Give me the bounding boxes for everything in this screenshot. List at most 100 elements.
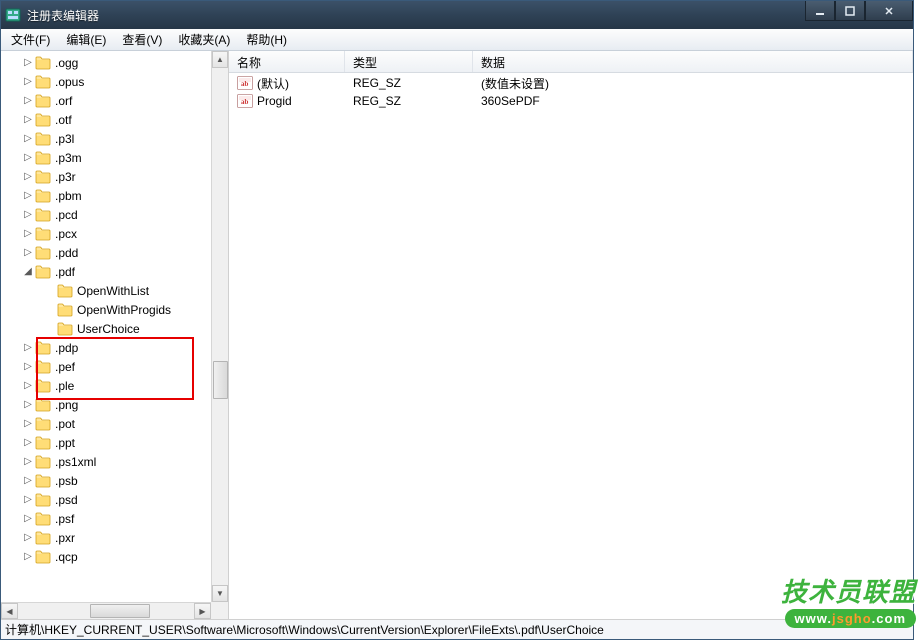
menu-favorites[interactable]: 收藏夹(A) bbox=[170, 28, 238, 51]
expand-icon[interactable]: ▷ bbox=[21, 550, 35, 564]
folder-icon bbox=[35, 208, 51, 222]
tree-item-label: .pdp bbox=[55, 341, 78, 355]
expand-icon[interactable]: ▷ bbox=[21, 379, 35, 393]
tree-item[interactable]: ▷.ppt bbox=[1, 433, 228, 452]
tree-item[interactable]: ▷ .psf bbox=[1, 509, 228, 528]
tree-item[interactable]: OpenWithList bbox=[1, 281, 228, 300]
folder-icon bbox=[35, 227, 51, 241]
tree-item[interactable]: ▷ .pdp bbox=[1, 338, 228, 357]
tree-item[interactable]: ▷.opus bbox=[1, 72, 228, 91]
tree-item[interactable]: ▷.pxr bbox=[1, 528, 228, 547]
folder-icon bbox=[35, 398, 51, 412]
expand-icon[interactable]: ▷ bbox=[21, 189, 35, 203]
tree-item[interactable]: ▷.pbm bbox=[1, 186, 228, 205]
scroll-thumb[interactable] bbox=[213, 361, 228, 399]
expand-icon[interactable]: ▷ bbox=[21, 493, 35, 507]
menu-help[interactable]: 帮助(H) bbox=[238, 28, 295, 51]
tree-item[interactable]: ▷.pdd bbox=[1, 243, 228, 262]
tree-item-label: .psd bbox=[55, 493, 78, 507]
tree-item-label: .p3l bbox=[55, 132, 74, 146]
string-value-icon bbox=[237, 94, 253, 108]
folder-icon bbox=[57, 322, 73, 336]
tree-item[interactable]: ▷.otf bbox=[1, 110, 228, 129]
tree-item[interactable]: ▷ .psd bbox=[1, 490, 228, 509]
folder-icon bbox=[57, 284, 73, 298]
tree-item[interactable]: ▷ .pcx bbox=[1, 224, 228, 243]
folder-icon bbox=[35, 75, 51, 89]
tree-item-label: .ogg bbox=[55, 56, 78, 70]
expand-icon[interactable]: ▷ bbox=[21, 132, 35, 146]
expand-icon[interactable]: ▷ bbox=[21, 341, 35, 355]
tree-item[interactable]: OpenWithProgids bbox=[1, 300, 228, 319]
tree-item[interactable]: ▷.p3r bbox=[1, 167, 228, 186]
tree-item[interactable]: ▷.psb bbox=[1, 471, 228, 490]
expand-icon[interactable]: ▷ bbox=[21, 531, 35, 545]
expand-icon[interactable]: ▷ bbox=[21, 208, 35, 222]
col-data[interactable]: 数据 bbox=[473, 51, 913, 72]
tree-item-label: .pcx bbox=[55, 227, 77, 241]
tree-item[interactable]: ▷.orf bbox=[1, 91, 228, 110]
expand-icon[interactable]: ▷ bbox=[21, 227, 35, 241]
tree-item-label: .pef bbox=[55, 360, 75, 374]
expand-icon[interactable]: ▷ bbox=[21, 75, 35, 89]
list-row[interactable]: ProgidREG_SZ360SePDF bbox=[229, 92, 913, 110]
expand-icon[interactable]: ▷ bbox=[21, 417, 35, 431]
tree-item[interactable]: ▷ .p3l bbox=[1, 129, 228, 148]
folder-icon bbox=[35, 132, 51, 146]
tree-item[interactable]: ◢.pdf bbox=[1, 262, 228, 281]
expand-icon[interactable]: ▷ bbox=[21, 94, 35, 108]
scroll-right-icon[interactable]: ▶ bbox=[194, 603, 211, 619]
menu-edit[interactable]: 编辑(E) bbox=[58, 28, 114, 51]
app-icon bbox=[5, 7, 21, 23]
minimize-button[interactable] bbox=[805, 1, 835, 21]
expand-icon[interactable]: ▷ bbox=[21, 151, 35, 165]
tree-item[interactable]: ▷ .qcp bbox=[1, 547, 228, 566]
col-type[interactable]: 类型 bbox=[345, 51, 473, 72]
scroll-left-icon[interactable]: ◀ bbox=[1, 603, 18, 619]
tree-item-label: UserChoice bbox=[77, 322, 140, 336]
menubar: 文件(F) 编辑(E) 查看(V) 收藏夹(A) 帮助(H) bbox=[1, 29, 913, 51]
tree-item[interactable]: ▷.png bbox=[1, 395, 228, 414]
expand-icon[interactable]: ▷ bbox=[21, 474, 35, 488]
tree-item[interactable]: ▷ .ogg bbox=[1, 53, 228, 72]
tree-horizontal-scrollbar[interactable]: ◀ ▶ bbox=[1, 602, 211, 619]
folder-icon bbox=[35, 151, 51, 165]
scroll-down-icon[interactable]: ▼ bbox=[212, 585, 228, 602]
expand-icon[interactable]: ▷ bbox=[21, 113, 35, 127]
tree-item-label: .ps1xml bbox=[55, 455, 96, 469]
list-row[interactable]: (默认)REG_SZ(数值未设置) bbox=[229, 74, 913, 92]
expand-icon[interactable]: ▷ bbox=[21, 398, 35, 412]
expand-icon[interactable]: ▷ bbox=[21, 360, 35, 374]
tree-item[interactable]: ▷.pcd bbox=[1, 205, 228, 224]
expand-icon[interactable]: ▷ bbox=[21, 56, 35, 70]
close-button[interactable] bbox=[865, 1, 913, 21]
tree-item-label: .p3m bbox=[55, 151, 82, 165]
menu-view[interactable]: 查看(V) bbox=[114, 28, 170, 51]
tree-item[interactable]: UserChoice bbox=[1, 319, 228, 338]
maximize-button[interactable] bbox=[835, 1, 865, 21]
tree-item[interactable]: ▷ .pef bbox=[1, 357, 228, 376]
expand-icon[interactable]: ▷ bbox=[21, 170, 35, 184]
expand-icon[interactable]: ▷ bbox=[21, 246, 35, 260]
tree-item-label: OpenWithList bbox=[77, 284, 149, 298]
collapse-icon[interactable]: ◢ bbox=[21, 265, 35, 279]
tree-item[interactable]: ▷ .ps1xml bbox=[1, 452, 228, 471]
tree-item-label: .psf bbox=[55, 512, 74, 526]
expand-icon[interactable]: ▷ bbox=[21, 512, 35, 526]
menu-file[interactable]: 文件(F) bbox=[3, 28, 58, 51]
expand-icon[interactable]: ▷ bbox=[21, 455, 35, 469]
tree-item[interactable]: ▷.pot bbox=[1, 414, 228, 433]
scroll-up-icon[interactable]: ▲ bbox=[212, 51, 228, 68]
hscroll-thumb[interactable] bbox=[90, 604, 150, 618]
tree-item-label: .qcp bbox=[55, 550, 78, 564]
folder-icon bbox=[35, 170, 51, 184]
col-name[interactable]: 名称 bbox=[229, 51, 345, 72]
tree-item[interactable]: ▷.ple bbox=[1, 376, 228, 395]
titlebar[interactable]: 注册表编辑器 bbox=[1, 1, 913, 29]
folder-icon bbox=[35, 113, 51, 127]
tree-item[interactable]: ▷ .p3m bbox=[1, 148, 228, 167]
expand-icon[interactable]: ▷ bbox=[21, 436, 35, 450]
tree-vertical-scrollbar[interactable]: ▲ ▼ bbox=[211, 51, 228, 602]
folder-icon bbox=[35, 56, 51, 70]
statusbar: 计算机\HKEY_CURRENT_USER\Software\Microsoft… bbox=[1, 619, 913, 639]
